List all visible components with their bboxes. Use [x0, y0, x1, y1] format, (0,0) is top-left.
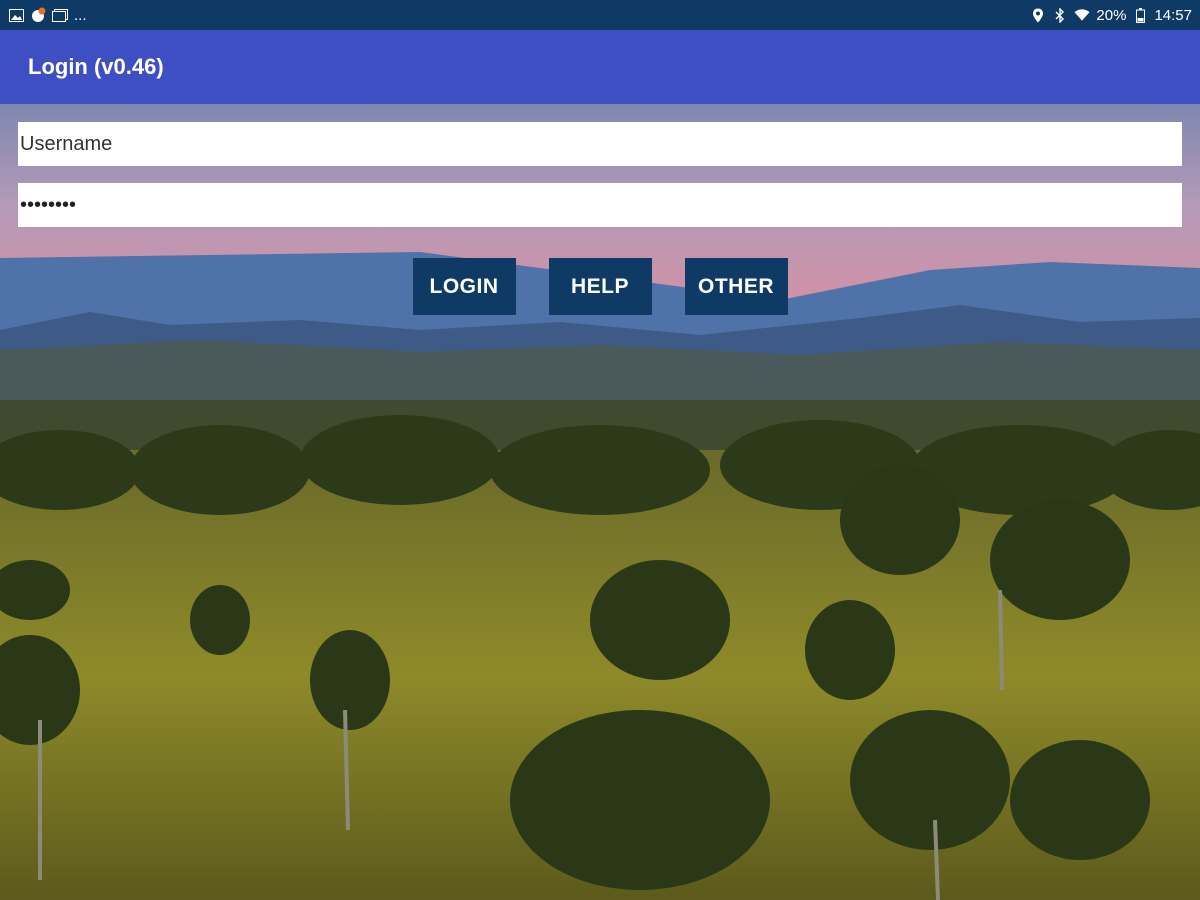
- password-input[interactable]: [18, 183, 1182, 227]
- status-overflow-text: ...: [74, 6, 87, 24]
- status-time: 14:57: [1154, 6, 1192, 24]
- login-button[interactable]: LOGIN: [412, 258, 516, 315]
- app-notification-icon: [30, 7, 46, 23]
- battery-icon: [1132, 7, 1148, 23]
- wifi-icon: [1074, 7, 1090, 23]
- image-icon: [8, 7, 24, 23]
- help-button[interactable]: HELP: [548, 258, 652, 315]
- battery-percent: 20%: [1096, 6, 1127, 24]
- other-button[interactable]: OTHER: [684, 258, 788, 315]
- status-bar-left: ...: [8, 7, 87, 24]
- status-bar: ... 20% 14:57: [0, 0, 1200, 30]
- button-row: LOGIN HELP OTHER: [0, 258, 1200, 315]
- bluetooth-icon: [1052, 7, 1068, 23]
- gallery-icon: [52, 7, 68, 23]
- status-bar-right: 20% 14:57: [1030, 7, 1192, 24]
- app-bar: Login (v0.46): [0, 30, 1200, 104]
- username-input[interactable]: [18, 122, 1182, 166]
- location-icon: [1030, 7, 1046, 23]
- page-title: Login (v0.46): [28, 54, 164, 79]
